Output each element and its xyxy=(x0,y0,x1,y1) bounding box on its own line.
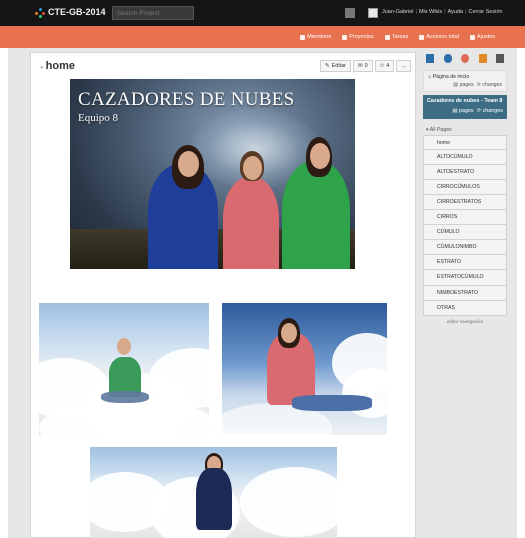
list-item[interactable]: CIRROCÚMULOS xyxy=(423,179,507,195)
team-box[interactable]: Cazadores de nubes - Team 8 ▤ pages ⟳ ch… xyxy=(423,95,507,119)
edit-button[interactable]: ✎ Editar xyxy=(320,60,351,72)
caret-down-icon: ▾ xyxy=(426,126,429,133)
logo-icon[interactable] xyxy=(35,8,45,18)
menu-settings[interactable]: Ajustes xyxy=(469,34,495,40)
person-figure xyxy=(282,161,350,269)
cloud-photo-1 xyxy=(39,303,209,435)
pencil-icon: ✎ xyxy=(325,63,330,69)
avatar[interactable] xyxy=(368,8,378,18)
tasks-icon xyxy=(384,34,390,40)
hero-image: CAZADORES DE NUBES Equipo 8 xyxy=(70,79,355,269)
people-icon xyxy=(300,34,306,40)
more-button[interactable]: ... xyxy=(396,60,411,72)
logout-link[interactable]: Cerrar Sesión xyxy=(469,9,503,15)
project-name[interactable]: CTE-GB-2014 xyxy=(48,7,106,17)
calendar-icon[interactable] xyxy=(496,54,504,63)
edit-navigation-link[interactable]: editar navegación xyxy=(423,319,507,324)
person-head xyxy=(310,143,330,169)
my-wikis-link[interactable]: Mis Wikis xyxy=(419,9,442,15)
access-icon xyxy=(419,34,425,40)
sitemap-icon[interactable] xyxy=(478,54,487,63)
star-icon: ✩ xyxy=(379,63,385,69)
list-item[interactable]: ESTRATOCÚMULO xyxy=(423,270,507,286)
comments-button[interactable]: ✉ 0 xyxy=(352,60,373,72)
follow-button[interactable]: ✩ 4 xyxy=(374,60,395,72)
notification-icon[interactable] xyxy=(345,8,355,18)
sidebar: ⌂ Página de inicio ▤ pages ⟳ changes Caz… xyxy=(423,52,507,324)
list-item[interactable]: ALTOCÚMULO xyxy=(423,149,507,165)
hero-title: CAZADORES DE NUBES xyxy=(78,89,295,110)
person-head xyxy=(243,156,262,180)
cloud-photo-2 xyxy=(222,303,387,435)
menu-access[interactable]: Accesos total xyxy=(419,34,459,40)
menu-projects[interactable]: Proyectos xyxy=(342,34,374,40)
page-list: home ALTOCÚMULO ALTOESTRATO CIRROCÚMULOS… xyxy=(423,134,507,316)
user-name-link[interactable]: Juan-Gabriel xyxy=(382,9,414,15)
user-links: Juan-Gabriel | Mis Wikis | Ayuda | Cerrar Sesi… xyxy=(382,9,503,15)
menu-tasks[interactable]: Tareas xyxy=(384,34,408,40)
project-menu-bar: Miembros Proyectos Tareas Accesos total … xyxy=(0,26,525,48)
person-head xyxy=(178,151,199,177)
list-item[interactable]: OTRAS xyxy=(423,300,507,316)
comment-icon[interactable] xyxy=(461,54,469,63)
sidebar-toolbar xyxy=(423,52,507,66)
menu-members[interactable]: Miembros xyxy=(300,34,331,40)
person-figure xyxy=(223,177,279,269)
list-item[interactable]: CIRROS xyxy=(423,210,507,226)
comment-icon: ✉ xyxy=(357,63,363,69)
list-item[interactable]: CÚMULONIMBO xyxy=(423,240,507,256)
home-icon: ⌂ xyxy=(428,74,432,80)
search-input[interactable] xyxy=(112,6,194,20)
list-item[interactable]: CÚMULO xyxy=(423,225,507,241)
page-icon[interactable] xyxy=(426,54,434,63)
list-item[interactable]: ESTRATO xyxy=(423,255,507,271)
cloud-photo-3 xyxy=(90,447,337,538)
page-actions: ✎ Editar ✉ 0 ✩ 4 ... xyxy=(320,60,411,72)
page-title: ● home xyxy=(40,60,75,72)
projects-icon xyxy=(342,34,348,40)
help-link[interactable]: Ayuda xyxy=(448,9,464,15)
top-bar: CTE-GB-2014 Juan-Gabriel|Mis Wikis|Ayuda… xyxy=(0,0,525,26)
all-pages-toggle[interactable]: ▾ All Pages xyxy=(423,125,507,135)
gear-icon xyxy=(469,34,475,40)
list-item[interactable]: home xyxy=(423,134,507,150)
hero-subtitle: Equipo 8 xyxy=(78,112,119,124)
list-item[interactable]: ALTOESTRATO xyxy=(423,164,507,180)
list-item[interactable]: CIRROESTRATOS xyxy=(423,194,507,211)
page-icon: ● xyxy=(40,65,44,71)
list-item[interactable]: NIMBOESTRATO xyxy=(423,285,507,301)
attachment-icon[interactable] xyxy=(443,54,452,63)
home-link-box[interactable]: ⌂ Página de inicio ▤ pages ⟳ changes xyxy=(423,70,507,92)
